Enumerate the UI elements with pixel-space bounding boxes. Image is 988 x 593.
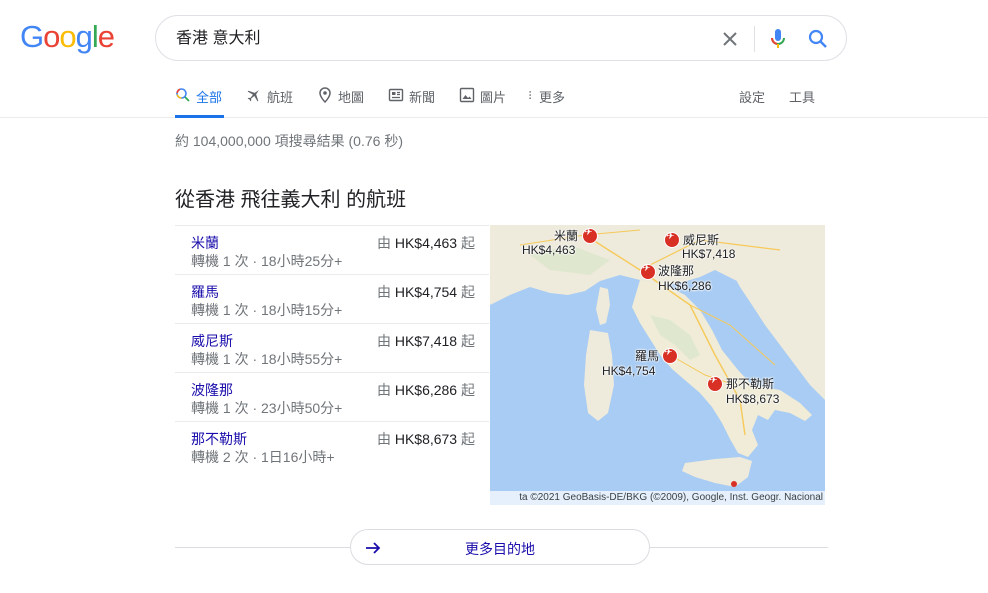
flight-price: 由 HK$6,286 起 xyxy=(377,380,475,400)
airport-pin-icon[interactable] xyxy=(582,227,598,244)
map-city-label: 波隆那 xyxy=(658,264,695,278)
destination-link[interactable]: 波隆那 xyxy=(191,380,233,400)
flight-meta: 轉機 1 次 · 18小時55分+ xyxy=(191,351,343,367)
price-amount: HK$4,754 xyxy=(394,284,458,300)
price-suffix: 起 xyxy=(461,431,475,447)
tab-news[interactable]: 新聞 xyxy=(388,85,435,118)
more-vert-icon xyxy=(529,91,531,99)
tab-label: 地圖 xyxy=(338,90,365,105)
logo-letter: o xyxy=(59,19,76,54)
tab-maps[interactable]: 地圖 xyxy=(317,85,364,118)
search-tabs: 全部 航班 地圖 新聞 圖片 更多 設定 工具 xyxy=(0,76,988,118)
map-price-label: HK$4,463 xyxy=(522,243,576,257)
airport-pin-icon[interactable] xyxy=(664,231,680,248)
price-amount: HK$8,673 xyxy=(394,431,458,447)
map-city-label: 威尼斯 xyxy=(683,233,720,247)
mic-icon[interactable] xyxy=(766,27,790,51)
tab-label: 全部 xyxy=(196,90,223,105)
flight-row[interactable]: 羅馬 轉機 1 次 · 18小時15分+ 由 HK$4,754 起 xyxy=(175,274,489,323)
map-city-label: 那不勒斯 xyxy=(726,377,775,391)
more-destinations-button[interactable]: 更多目的地 xyxy=(350,529,650,565)
search-icon[interactable] xyxy=(806,27,830,51)
airport-pin-icon[interactable] xyxy=(662,347,678,364)
price-prefix: 由 xyxy=(376,235,391,251)
price-prefix: 由 xyxy=(376,333,391,349)
tab-more[interactable]: 更多 xyxy=(527,85,565,118)
logo-letter: g xyxy=(75,19,93,54)
tab-label: 工具 xyxy=(789,90,816,105)
price-amount: HK$6,286 xyxy=(394,382,458,398)
price-amount: HK$4,463 xyxy=(394,235,458,251)
map-price-label: HK$8,673 xyxy=(726,392,780,406)
flight-row[interactable]: 波隆那 轉機 1 次 · 23小時50分+ 由 HK$6,286 起 xyxy=(175,372,489,421)
tab-label: 更多 xyxy=(539,90,566,105)
search-icon xyxy=(176,88,190,102)
flight-price: 由 HK$4,463 起 xyxy=(377,233,475,253)
tab-label: 圖片 xyxy=(480,90,507,105)
flight-meta: 轉機 1 次 · 23小時50分+ xyxy=(191,400,343,416)
tab-images[interactable]: 圖片 xyxy=(459,85,506,118)
flights-heading: 從香港 飛往義大利 的航班 xyxy=(175,189,407,211)
result-stats: 約 104,000,000 項搜尋結果 (0.76 秒) xyxy=(175,133,403,149)
settings-link[interactable]: 設定 xyxy=(739,85,765,118)
flight-price: 由 HK$8,673 起 xyxy=(377,429,475,449)
tab-flights[interactable]: 航班 xyxy=(246,85,293,118)
map-price-label: HK$6,286 xyxy=(658,279,712,293)
flight-meta: 轉機 2 次 · 1日16小時+ xyxy=(191,449,335,465)
flight-meta: 轉機 1 次 · 18小時15分+ xyxy=(191,302,343,318)
map-city-label: 羅馬 xyxy=(635,349,660,363)
logo-letter: e xyxy=(97,19,115,54)
price-suffix: 起 xyxy=(461,333,475,349)
price-prefix: 由 xyxy=(376,431,391,447)
plane-icon xyxy=(247,90,259,102)
tab-label: 新聞 xyxy=(409,90,436,105)
tab-all[interactable]: 全部 xyxy=(175,85,225,118)
image-icon xyxy=(459,87,475,103)
map-pin-icon xyxy=(319,87,331,103)
tab-label: 航班 xyxy=(267,90,294,105)
price-prefix: 由 xyxy=(376,382,391,398)
flight-meta: 轉機 1 次 · 18小時25分+ xyxy=(191,253,343,269)
map-attribution: ta ©2021 GeoBasis-DE/BKG (©2009), Google… xyxy=(490,491,825,505)
flights-map[interactable]: 米蘭 HK$4,463 威尼斯 HK$7,418 波隆那 HK$6,286 羅馬… xyxy=(490,225,825,505)
logo-letter: G xyxy=(20,19,44,54)
airport-pin-icon[interactable] xyxy=(707,375,723,392)
close-icon[interactable] xyxy=(718,27,742,51)
google-logo[interactable]: Google xyxy=(20,19,115,54)
destination-link[interactable]: 威尼斯 xyxy=(191,331,233,351)
destination-link[interactable]: 羅馬 xyxy=(191,282,219,302)
flight-price: 由 HK$4,754 起 xyxy=(377,282,475,302)
price-suffix: 起 xyxy=(461,382,475,398)
map-price-label: HK$7,418 xyxy=(682,247,736,261)
more-destinations-label: 更多目的地 xyxy=(465,541,535,557)
flights-list: 米蘭 轉機 1 次 · 18小時25分+ 由 HK$4,463 起 羅馬 轉機 … xyxy=(175,225,489,470)
destination-link[interactable]: 米蘭 xyxy=(191,233,219,253)
tab-label: 設定 xyxy=(739,90,766,105)
price-suffix: 起 xyxy=(461,284,475,300)
tools-link[interactable]: 工具 xyxy=(789,85,815,118)
news-icon xyxy=(388,88,404,102)
flight-row[interactable]: 米蘭 轉機 1 次 · 18小時25分+ 由 HK$4,463 起 xyxy=(175,225,489,274)
flight-row[interactable]: 威尼斯 轉機 1 次 · 18小時55分+ 由 HK$7,418 起 xyxy=(175,323,489,372)
map-price-label: HK$4,754 xyxy=(602,364,656,378)
destination-link[interactable]: 那不勒斯 xyxy=(191,429,247,449)
search-box[interactable]: 香港 意大利 xyxy=(155,15,847,61)
logo-letter: o xyxy=(43,19,60,54)
search-input[interactable]: 香港 意大利 xyxy=(176,28,260,50)
search-divider xyxy=(754,26,755,52)
flight-price: 由 HK$7,418 起 xyxy=(377,331,475,351)
price-suffix: 起 xyxy=(461,235,475,251)
flight-row[interactable]: 那不勒斯 轉機 2 次 · 1日16小時+ 由 HK$8,673 起 xyxy=(175,421,489,470)
airport-pin-icon[interactable] xyxy=(640,263,656,280)
price-prefix: 由 xyxy=(376,284,391,300)
map-city-label: 米蘭 xyxy=(554,229,579,243)
price-amount: HK$7,418 xyxy=(394,333,458,349)
